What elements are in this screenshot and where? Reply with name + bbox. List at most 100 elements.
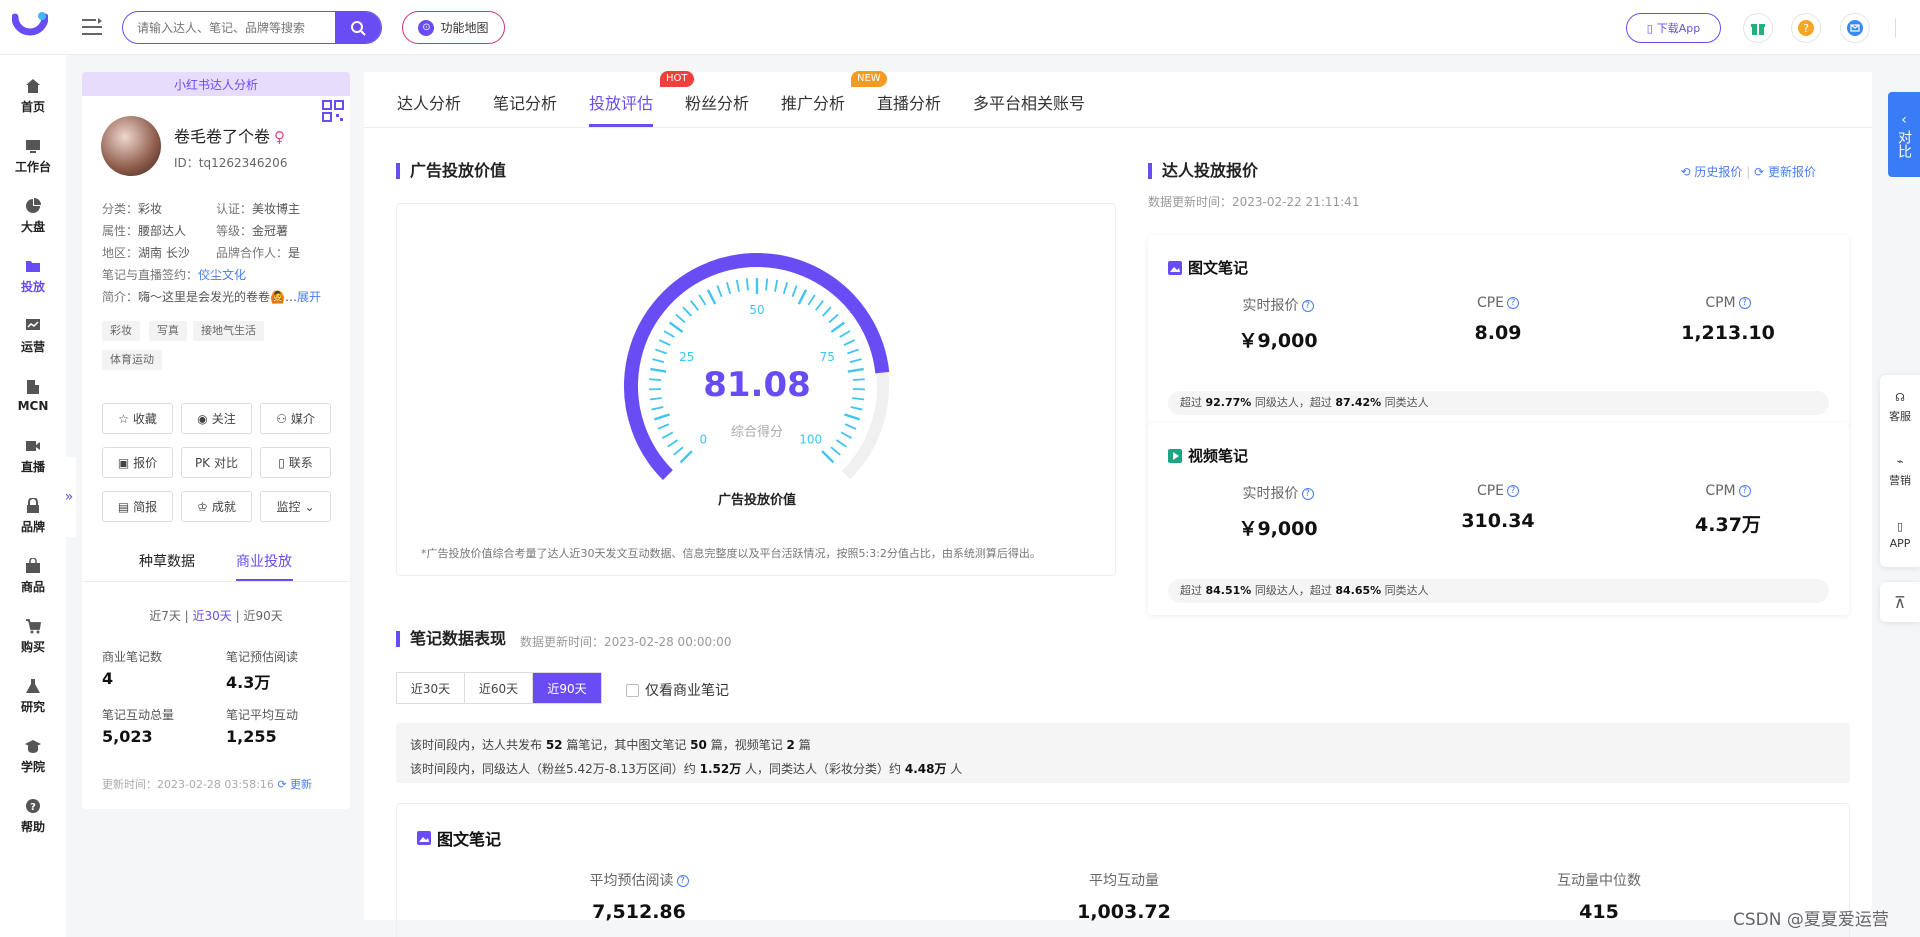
stat-value: 4.3万 — [226, 673, 271, 692]
question-icon[interactable]: ? — [1507, 485, 1520, 497]
nav-buy[interactable]: 购买 — [0, 610, 66, 662]
nav-academy[interactable]: 学院 — [0, 730, 66, 782]
doc-icon: ▤ — [117, 499, 130, 514]
gauge-tick — [651, 406, 664, 411]
metric-label-text: CPM — [1705, 295, 1736, 311]
favorite-button[interactable]: ☆ 收藏 — [102, 403, 173, 434]
tab-creator-analysis[interactable]: 达人分析 — [397, 90, 461, 114]
gauge-tick — [673, 446, 684, 456]
refresh-link[interactable]: ⟳ 更新 — [277, 778, 312, 791]
gauge-panel: 0 25 50 75 100 81.08 综合得分 广告投放价值 *广告投放价值综合考量了达人… — [396, 203, 1116, 576]
app-button[interactable]: ▯ APP — [1880, 503, 1920, 567]
range-7d[interactable]: 近7天 — [149, 609, 181, 623]
metric-label-text: CPM — [1705, 483, 1736, 499]
avatar[interactable] — [101, 116, 161, 176]
marketing-button[interactable]: ⌁ 营销 — [1880, 439, 1920, 503]
history-quote-link[interactable]: ⟲ 历史报价 — [1681, 165, 1743, 179]
nav-goods[interactable]: 商品 — [0, 550, 66, 602]
logo-icon[interactable] — [12, 11, 48, 41]
question-icon[interactable]: ? — [1507, 297, 1520, 309]
gauge-tick — [843, 339, 856, 346]
summary-text: 篇 — [794, 738, 811, 752]
compare-float-button[interactable]: ‹ 对比 — [1888, 92, 1920, 177]
question-icon[interactable]: ? — [1738, 297, 1751, 309]
tool-label: APP — [1889, 537, 1911, 550]
search-input[interactable] — [123, 12, 335, 43]
quote-button[interactable]: ▣ 报价 — [102, 447, 173, 478]
download-app-button[interactable]: ▯ 下载App — [1626, 13, 1721, 43]
achievement-button[interactable]: ♔ 成就 — [181, 491, 252, 522]
tab-seeding-data[interactable]: 种草数据 — [139, 551, 195, 571]
compare-button[interactable]: PK 对比 — [181, 447, 252, 478]
nav-workbench[interactable]: 工作台 — [0, 130, 66, 182]
expand-link[interactable]: 展开 — [297, 290, 321, 304]
back-to-top-button[interactable]: ⊼ — [1880, 582, 1920, 622]
range-30d-button[interactable]: 近30天 — [397, 673, 465, 703]
nav-label: 运营 — [20, 339, 45, 354]
brief-button[interactable]: ▤ 简报 — [102, 491, 173, 522]
summary-box: 该时间段内，达人共发布 52 篇笔记，其中图文笔记 50 篇，视频笔记 2 篇 … — [396, 723, 1850, 783]
flask-icon — [26, 678, 40, 693]
gauge-tick — [652, 358, 665, 363]
question-icon[interactable]: ? — [1738, 485, 1751, 497]
nav-mcn[interactable]: MCN — [0, 370, 66, 422]
range-30d[interactable]: 近30天 — [193, 609, 232, 623]
nav-delivery[interactable]: 投放 — [0, 250, 66, 302]
range-90d[interactable]: 近90天 — [243, 609, 282, 623]
refresh-quote-link[interactable]: ⟳ 更新报价 — [1754, 165, 1816, 179]
tag[interactable]: 写真 — [149, 321, 187, 341]
range-90d-button[interactable]: 近90天 — [533, 673, 601, 703]
media-button[interactable]: ⚇ 媒介 — [260, 403, 331, 434]
nav-label: 首页 — [20, 99, 45, 114]
summary-text: 该时间段内，达人共发布 — [410, 738, 546, 752]
question-icon[interactable]: ? — [1301, 300, 1314, 312]
tag[interactable]: 体育运动 — [102, 350, 162, 370]
nav-research[interactable]: 研究 — [0, 670, 66, 722]
tag[interactable]: 接地气生活 — [193, 321, 264, 341]
monitor-button[interactable]: 监控 ⌄ — [260, 491, 331, 522]
metric-col: 平均预估阅读? 7,512.86 — [489, 870, 789, 923]
help-button[interactable]: ? — [1791, 13, 1821, 43]
nav-home[interactable]: 首页 — [0, 70, 66, 122]
sign-link[interactable]: 佼尘文化 — [198, 268, 246, 282]
expand-nav-icon[interactable]: » — [62, 457, 76, 537]
contact-button[interactable]: ▯ 联系 — [260, 447, 331, 478]
tab-note-analysis[interactable]: 笔记分析 — [493, 90, 557, 114]
follow-button[interactable]: ◉ 关注 — [181, 403, 252, 434]
gauge-tick — [822, 306, 832, 317]
gauge-tick — [849, 358, 862, 363]
search-button[interactable] — [335, 12, 381, 43]
panel-title-text: 图文笔记 — [437, 830, 502, 849]
nav-brand[interactable]: 品牌 — [0, 490, 66, 542]
feature-map-button[interactable]: ⊙ 功能地图 — [402, 11, 505, 44]
tab-promotion-analysis[interactable]: 推广分析 — [781, 90, 845, 114]
message-button[interactable] — [1840, 13, 1870, 43]
commercial-only-checkbox[interactable]: 仅看商业笔记 — [626, 680, 729, 700]
feature-map-label: 功能地图 — [440, 21, 489, 35]
qrcode-icon[interactable] — [322, 100, 344, 122]
tab-commercial[interactable]: 商业投放 — [236, 551, 292, 571]
image-note-quote-card: 图文笔记 实时报价? ￥9,000 CPE? 8.09 CPM? 1,213.10 超… — [1148, 235, 1849, 427]
stat-label: 笔记互动总量 — [102, 708, 175, 722]
nav-market[interactable]: 大盘 — [0, 190, 66, 242]
gift-button[interactable] — [1743, 13, 1773, 43]
tab-fans-analysis[interactable]: 粉丝分析 — [685, 90, 749, 114]
nav-operation[interactable]: 运营 — [0, 310, 66, 362]
divider: | — [1746, 165, 1755, 179]
tab-delivery-eval[interactable]: 投放评估 — [589, 90, 653, 114]
menu-toggle-icon[interactable] — [80, 16, 104, 38]
customer-service-button[interactable]: ☊ 客服 — [1880, 375, 1920, 439]
info-level: 等级：金冠薯 — [216, 222, 288, 239]
range-60d-button[interactable]: 近60天 — [465, 673, 533, 703]
question-icon[interactable]: ? — [1301, 488, 1314, 500]
foot-text: 同类达人 — [1381, 584, 1429, 597]
metric-label: CPE? — [1408, 295, 1588, 311]
update-time-text: 更新时间：2023-02-28 03:58:16 — [102, 778, 274, 791]
tag[interactable]: 彩妆 — [102, 321, 140, 341]
tab-multi-platform[interactable]: 多平台相关账号 — [973, 90, 1085, 114]
question-icon[interactable]: ? — [676, 875, 689, 887]
right-toolbar: ☊ 客服 ⌁ 营销 ▯ APP — [1880, 375, 1920, 567]
nav-live[interactable]: 直播 — [0, 430, 66, 482]
tab-live-analysis[interactable]: 直播分析 — [877, 90, 941, 114]
nav-help[interactable]: ? 帮助 — [0, 790, 66, 842]
